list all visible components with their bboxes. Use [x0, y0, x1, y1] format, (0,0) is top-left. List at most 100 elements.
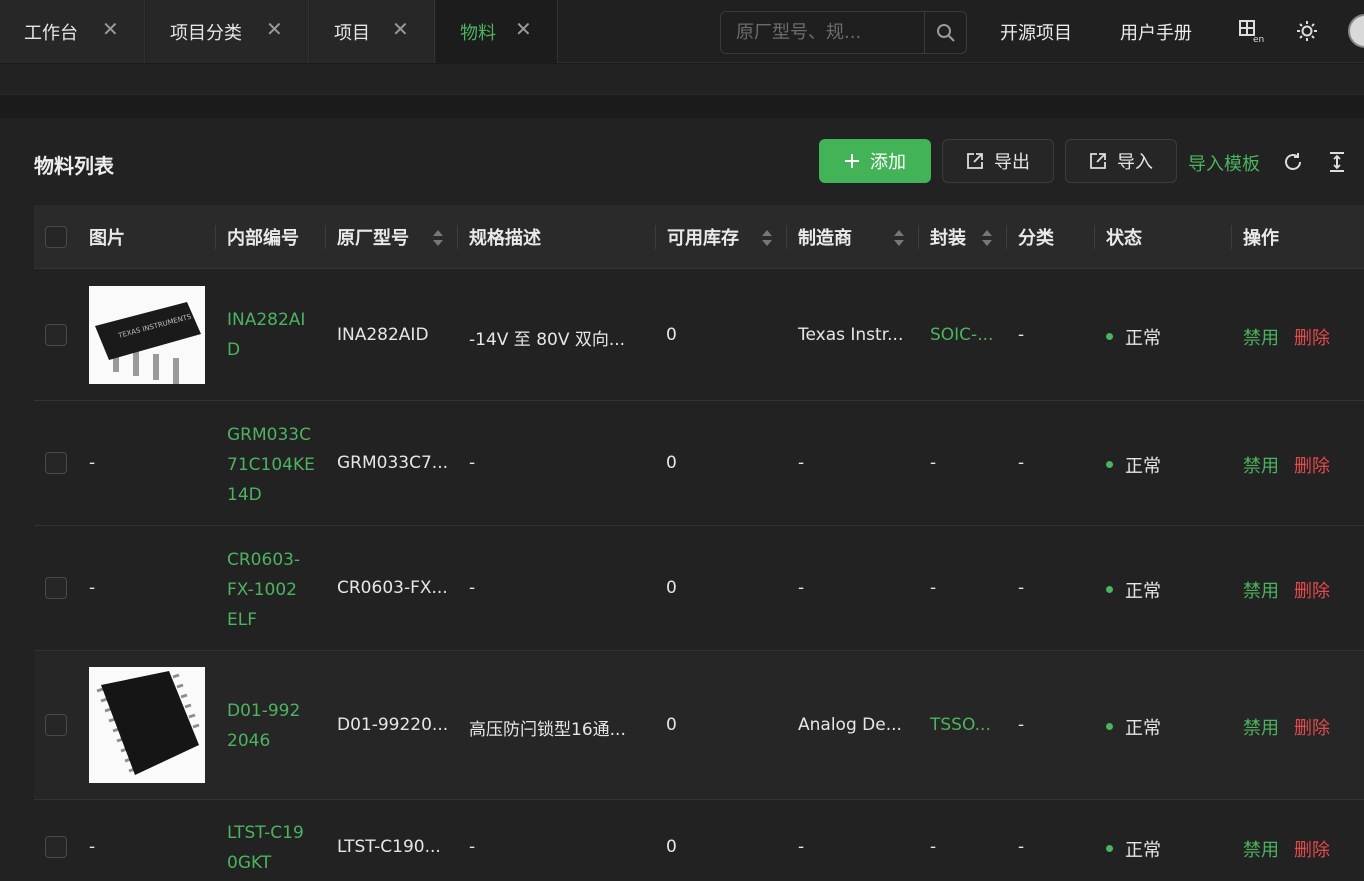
sort-icon[interactable]	[432, 227, 444, 249]
export-button[interactable]: 导出	[942, 139, 1054, 183]
import-icon	[1090, 153, 1106, 169]
row-checkbox[interactable]	[45, 714, 67, 736]
row-checkbox[interactable]	[45, 324, 67, 346]
sort-icon[interactable]	[981, 227, 993, 249]
theme-sun-icon[interactable]	[1294, 18, 1320, 44]
stock: 0	[666, 578, 677, 598]
delete-button[interactable]: 删除	[1294, 714, 1330, 740]
spec: -14V 至 80V 双向...	[469, 330, 626, 350]
row-checkbox[interactable]	[45, 577, 67, 599]
import-button-label: 导入	[1117, 152, 1153, 173]
tab-label: 物料	[460, 22, 496, 44]
stock: 0	[666, 325, 677, 345]
status-badge: 正常	[1125, 718, 1161, 739]
disable-button[interactable]: 禁用	[1243, 577, 1279, 603]
select-all-checkbox[interactable]	[45, 226, 67, 248]
tab-project[interactable]: 项目 ✕	[310, 0, 435, 63]
disable-button[interactable]: 禁用	[1243, 836, 1279, 862]
col-internal-no: 内部编号	[215, 205, 299, 269]
status-badge: 正常	[1125, 328, 1161, 349]
col-category: 分类	[1006, 205, 1054, 269]
page-title: 物料列表	[34, 154, 114, 178]
svg-text:en: en	[1253, 35, 1264, 43]
manufacturer: -	[798, 578, 805, 598]
table-header: 图片 内部编号 原厂型号 规格描述 可用库存 制造商 封装 分类 状态 操作	[34, 205, 1364, 269]
close-icon[interactable]: ✕	[266, 19, 283, 39]
package-link[interactable]: SOIC-...	[930, 325, 993, 345]
table-row: TEXAS INSTRUMENTS INA282AID INA282AID -1…	[34, 269, 1364, 401]
disable-button[interactable]: 禁用	[1243, 714, 1279, 740]
col-package[interactable]: 封装	[918, 205, 966, 269]
tab-workbench[interactable]: 工作台 ✕	[0, 0, 145, 63]
close-icon[interactable]: ✕	[102, 19, 119, 39]
status-dot	[1106, 723, 1113, 730]
category: -	[1018, 325, 1025, 345]
language-icon[interactable]: en	[1238, 18, 1264, 44]
row-checkbox[interactable]	[45, 452, 67, 474]
search-input[interactable]	[721, 12, 924, 53]
plus-icon	[845, 154, 859, 168]
import-button[interactable]: 导入	[1065, 139, 1177, 183]
image-empty: -	[89, 578, 96, 598]
stock: 0	[666, 715, 677, 735]
spec: -	[469, 837, 476, 857]
part-image-soic[interactable]: TEXAS INSTRUMENTS	[89, 286, 205, 384]
package-link[interactable]: TSSO...	[930, 715, 991, 735]
table-row: - GRM033C71C104KE14D GRM033C7... - 0 - -…	[34, 401, 1364, 526]
tab-label: 项目	[334, 22, 370, 44]
refresh-icon[interactable]	[1282, 150, 1304, 174]
col-actions: 操作	[1231, 205, 1279, 269]
sort-icon[interactable]	[893, 227, 905, 249]
tab-project-category[interactable]: 项目分类 ✕	[146, 0, 309, 63]
user-manual-link[interactable]: 用户手册	[1120, 19, 1192, 45]
category: -	[1018, 578, 1025, 598]
delete-button[interactable]: 删除	[1294, 836, 1330, 862]
delete-button[interactable]: 删除	[1294, 577, 1330, 603]
delete-button[interactable]: 删除	[1294, 452, 1330, 478]
sort-icon[interactable]	[761, 227, 773, 249]
image-empty: -	[89, 453, 96, 473]
search-button[interactable]	[924, 12, 966, 53]
col-stock[interactable]: 可用库存	[655, 205, 739, 269]
avatar[interactable]	[1348, 14, 1364, 48]
import-template-link[interactable]: 导入模板	[1188, 150, 1260, 176]
export-icon	[967, 153, 983, 169]
manufacturer: Texas Instr...	[798, 325, 904, 345]
internal-no-link[interactable]: INA282AID	[227, 305, 317, 365]
tab-label: 工作台	[24, 22, 78, 44]
table-row: D01-9922046 D01-99220... 高压防闩锁型16通... 0 …	[34, 651, 1364, 800]
mfr-model: GRM033C7...	[337, 453, 448, 473]
row-checkbox[interactable]	[45, 836, 67, 858]
close-icon[interactable]: ✕	[515, 19, 532, 39]
col-manufacturer[interactable]: 制造商	[786, 205, 852, 269]
tab-material[interactable]: 物料 ✕	[436, 0, 558, 63]
disable-button[interactable]: 禁用	[1243, 324, 1279, 350]
delete-button[interactable]: 删除	[1294, 324, 1330, 350]
search-icon	[936, 23, 955, 42]
spec: -	[469, 453, 476, 473]
col-mfr-model[interactable]: 原厂型号	[325, 205, 409, 269]
internal-no-link[interactable]: CR0603-FX-1002ELF	[227, 545, 307, 635]
add-button[interactable]: 添加	[819, 139, 931, 183]
package: -	[930, 453, 937, 473]
internal-no-link[interactable]: LTST-C190GKT	[227, 818, 307, 878]
col-spec: 规格描述	[457, 205, 541, 269]
collapsed-filter-panel	[0, 64, 1364, 95]
internal-no-link[interactable]: D01-9922046	[227, 696, 307, 756]
open-source-link[interactable]: 开源项目	[1000, 19, 1072, 45]
status-badge: 正常	[1125, 456, 1161, 477]
col-status: 状态	[1094, 205, 1142, 269]
close-icon[interactable]: ✕	[392, 19, 409, 39]
package: -	[930, 837, 937, 857]
top-bar: 工作台 ✕ 项目分类 ✕ 项目 ✕ 物料 ✕ 开源项目 用户手册 en	[0, 0, 1364, 63]
table-row: - LTST-C190GKT LTST-C190... - 0 - - - 正常…	[34, 800, 1364, 881]
search-box	[720, 11, 967, 54]
density-icon[interactable]	[1326, 150, 1348, 174]
internal-no-link[interactable]: GRM033C71C104KE14D	[227, 420, 317, 510]
mfr-model: LTST-C190...	[337, 837, 441, 857]
part-image-tssop[interactable]	[89, 667, 205, 783]
status-dot	[1106, 586, 1113, 593]
table-row: - CR0603-FX-1002ELF CR0603-FX... - 0 - -…	[34, 526, 1364, 651]
manufacturer: Analog De...	[798, 715, 902, 735]
disable-button[interactable]: 禁用	[1243, 452, 1279, 478]
